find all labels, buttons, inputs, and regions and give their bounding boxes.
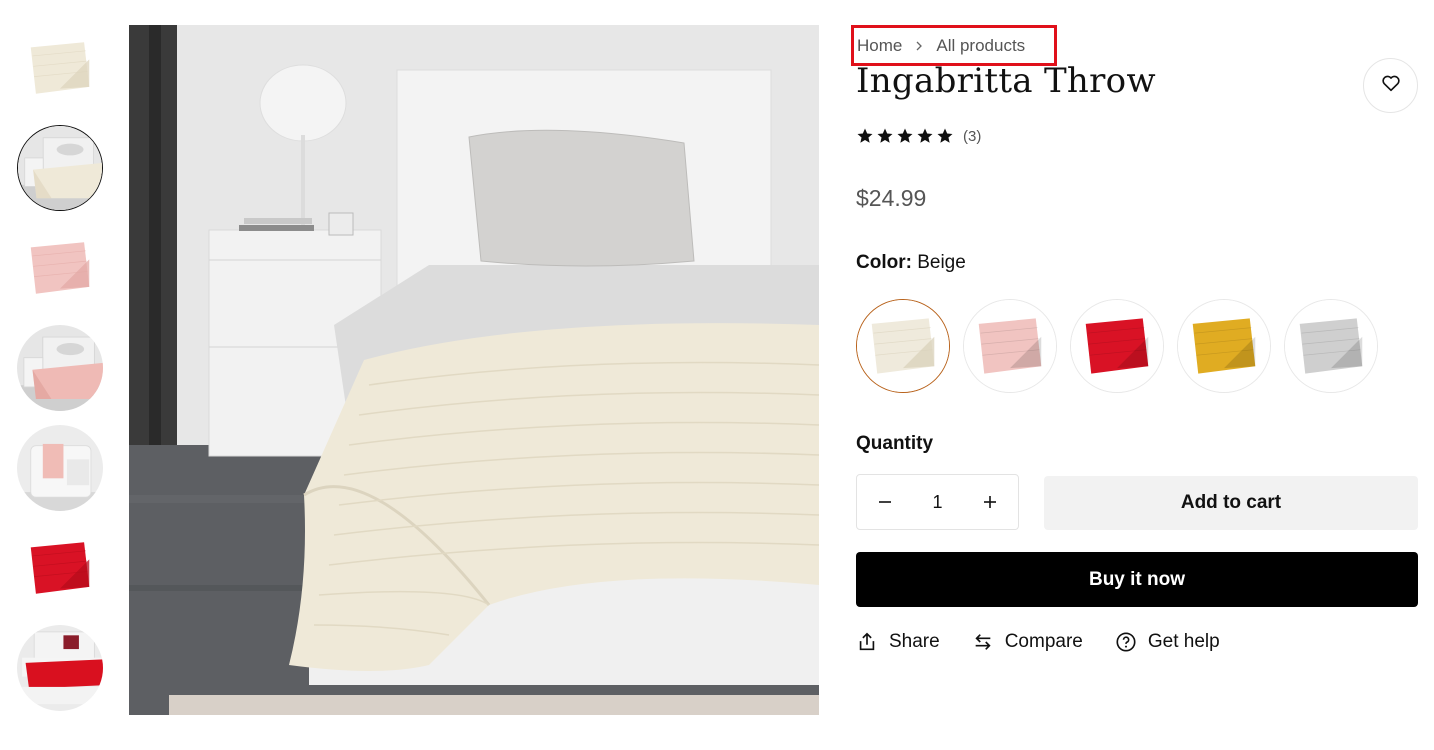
rating-count: (3) bbox=[963, 127, 982, 145]
star-icon bbox=[916, 127, 934, 145]
bedroom-photo bbox=[129, 25, 819, 715]
thumbnail-beige-throw[interactable] bbox=[17, 25, 103, 111]
thumbnail-red-bed[interactable] bbox=[17, 625, 103, 711]
rating-stars bbox=[856, 127, 954, 145]
minus-icon bbox=[879, 501, 891, 503]
share-label: Share bbox=[889, 631, 940, 652]
compare-label: Compare bbox=[1004, 631, 1083, 652]
thumbnail-pink-throw[interactable] bbox=[17, 225, 103, 311]
swatch-yellow[interactable] bbox=[1177, 299, 1271, 393]
color-label-key: Color: bbox=[856, 252, 912, 273]
color-label: Color: Beige bbox=[856, 252, 966, 274]
share-button[interactable]: Share bbox=[856, 631, 940, 653]
breadcrumb-current-link[interactable]: All products bbox=[936, 36, 1025, 56]
product-actions: Share Compare Get help bbox=[856, 631, 1220, 653]
thumbnail-red-throw[interactable] bbox=[17, 525, 103, 611]
share-icon bbox=[856, 631, 878, 653]
wishlist-button[interactable] bbox=[1363, 58, 1418, 113]
star-icon bbox=[896, 127, 914, 145]
question-circle-icon bbox=[1115, 631, 1137, 653]
color-swatches bbox=[856, 299, 1378, 393]
star-icon bbox=[936, 127, 954, 145]
buy-now-button[interactable]: Buy it now bbox=[856, 552, 1418, 607]
compare-button[interactable]: Compare bbox=[972, 631, 1083, 653]
quantity-increase-button[interactable] bbox=[982, 494, 998, 510]
heart-icon bbox=[1380, 72, 1402, 99]
chevron-right-icon bbox=[914, 41, 924, 51]
star-icon bbox=[876, 127, 894, 145]
swatch-beige[interactable] bbox=[856, 299, 950, 393]
breadcrumb-home-link[interactable]: Home bbox=[857, 36, 902, 56]
product-price: $24.99 bbox=[856, 185, 927, 211]
thumbnail-beige-bed[interactable] bbox=[17, 125, 103, 211]
swatch-grey[interactable] bbox=[1284, 299, 1378, 393]
product-main-image[interactable] bbox=[129, 25, 819, 715]
quantity-decrease-button[interactable] bbox=[877, 494, 893, 510]
plus-icon bbox=[983, 496, 996, 508]
quantity-stepper: 1 bbox=[856, 474, 1019, 530]
get-help-button[interactable]: Get help bbox=[1115, 631, 1220, 653]
swatch-pink[interactable] bbox=[963, 299, 1057, 393]
quantity-label: Quantity bbox=[856, 433, 934, 454]
star-icon bbox=[856, 127, 874, 145]
rating[interactable]: (3) bbox=[856, 127, 981, 145]
product-title: Ingabritta Throw bbox=[856, 61, 1156, 101]
add-to-cart-button[interactable]: Add to cart bbox=[1044, 476, 1418, 530]
compare-arrows-icon bbox=[972, 631, 994, 653]
breadcrumb: Home All products bbox=[851, 25, 1057, 66]
thumbnail-pink-bed[interactable] bbox=[17, 325, 103, 411]
get-help-label: Get help bbox=[1147, 631, 1220, 652]
quantity-value[interactable]: 1 bbox=[932, 492, 942, 513]
thumbnail-pink-chair[interactable] bbox=[17, 425, 103, 511]
swatch-red[interactable] bbox=[1070, 299, 1164, 393]
color-label-value: Beige bbox=[917, 252, 966, 273]
